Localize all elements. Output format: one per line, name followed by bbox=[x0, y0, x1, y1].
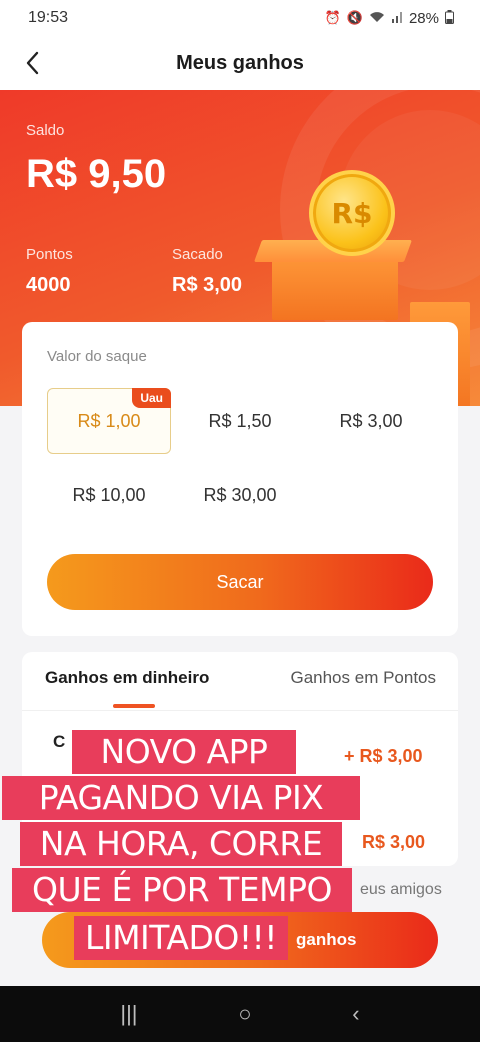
withdraw-card: Valor do saque R$ 1,00 Uau R$ 1,50 R$ 3,… bbox=[22, 322, 458, 636]
saldo-label: Saldo bbox=[26, 122, 65, 139]
withdraw-option-2[interactable]: R$ 1,50 bbox=[178, 388, 302, 454]
promo-line-4: QUE É POR TEMPO bbox=[12, 868, 352, 912]
back-button[interactable] bbox=[14, 45, 50, 81]
status-bar: 19:53 ⏰ 🔇 28% bbox=[0, 0, 480, 36]
active-tab-indicator bbox=[113, 704, 155, 708]
withdraw-option-3[interactable]: R$ 3,00 bbox=[309, 388, 433, 454]
option-label: R$ 1,00 bbox=[77, 410, 141, 431]
uau-badge: Uau bbox=[132, 388, 171, 408]
pontos-label: Pontos bbox=[26, 246, 73, 263]
page-title: Meus ganhos bbox=[176, 51, 304, 74]
coin-icon: R$ bbox=[309, 170, 395, 256]
status-time: 19:53 bbox=[28, 9, 69, 26]
status-icons: ⏰ 🔇 28% bbox=[324, 9, 454, 27]
promo-line-5: LIMITADO!!! bbox=[74, 916, 288, 960]
promo-line-3: NA HORA, CORRE bbox=[20, 822, 342, 866]
withdraw-option-4[interactable]: R$ 10,00 bbox=[47, 462, 171, 528]
tab-ganhos-dinheiro[interactable]: Ganhos em dinheiro bbox=[45, 668, 209, 688]
sacado-label: Sacado bbox=[172, 246, 223, 263]
battery-icon bbox=[445, 9, 454, 27]
option-label: R$ 1,50 bbox=[208, 410, 272, 431]
wifi-icon bbox=[369, 11, 385, 26]
option-label: R$ 3,00 bbox=[339, 410, 403, 431]
home-icon[interactable]: ○ bbox=[238, 1001, 251, 1027]
back-nav-icon[interactable]: ‹ bbox=[352, 1001, 359, 1027]
option-label: R$ 10,00 bbox=[72, 484, 146, 505]
divider bbox=[22, 710, 458, 711]
promo-line-1: NOVO APP bbox=[72, 730, 296, 774]
withdraw-option-5[interactable]: R$ 30,00 bbox=[178, 462, 302, 528]
nav-bar: Meus ganhos bbox=[0, 36, 480, 90]
promo-line-2: PAGANDO VIA PIX bbox=[2, 776, 360, 820]
saldo-value: R$ 9,50 bbox=[26, 152, 167, 196]
signal-icon bbox=[391, 11, 403, 26]
tab-ganhos-pontos[interactable]: Ganhos em Pontos bbox=[290, 668, 436, 688]
alarm-icon: ⏰ bbox=[324, 10, 341, 25]
sacado-value: R$ 3,00 bbox=[172, 274, 243, 296]
mute-icon: 🔇 bbox=[346, 10, 363, 25]
battery-percent: 28% bbox=[408, 9, 439, 27]
recents-icon[interactable]: ||| bbox=[120, 1001, 137, 1027]
promo-overlay: NOVO APP PAGANDO VIA PIX NA HORA, CORRE … bbox=[0, 726, 480, 966]
system-nav-bar: ||| ○ ‹ bbox=[0, 986, 480, 1042]
pontos-value: 4000 bbox=[26, 274, 71, 296]
option-label: R$ 30,00 bbox=[203, 484, 277, 505]
sacar-button[interactable]: Sacar bbox=[47, 554, 433, 610]
withdraw-label: Valor do saque bbox=[47, 348, 147, 365]
chevron-left-icon bbox=[26, 51, 39, 75]
withdraw-option-1[interactable]: R$ 1,00 Uau bbox=[47, 388, 171, 454]
